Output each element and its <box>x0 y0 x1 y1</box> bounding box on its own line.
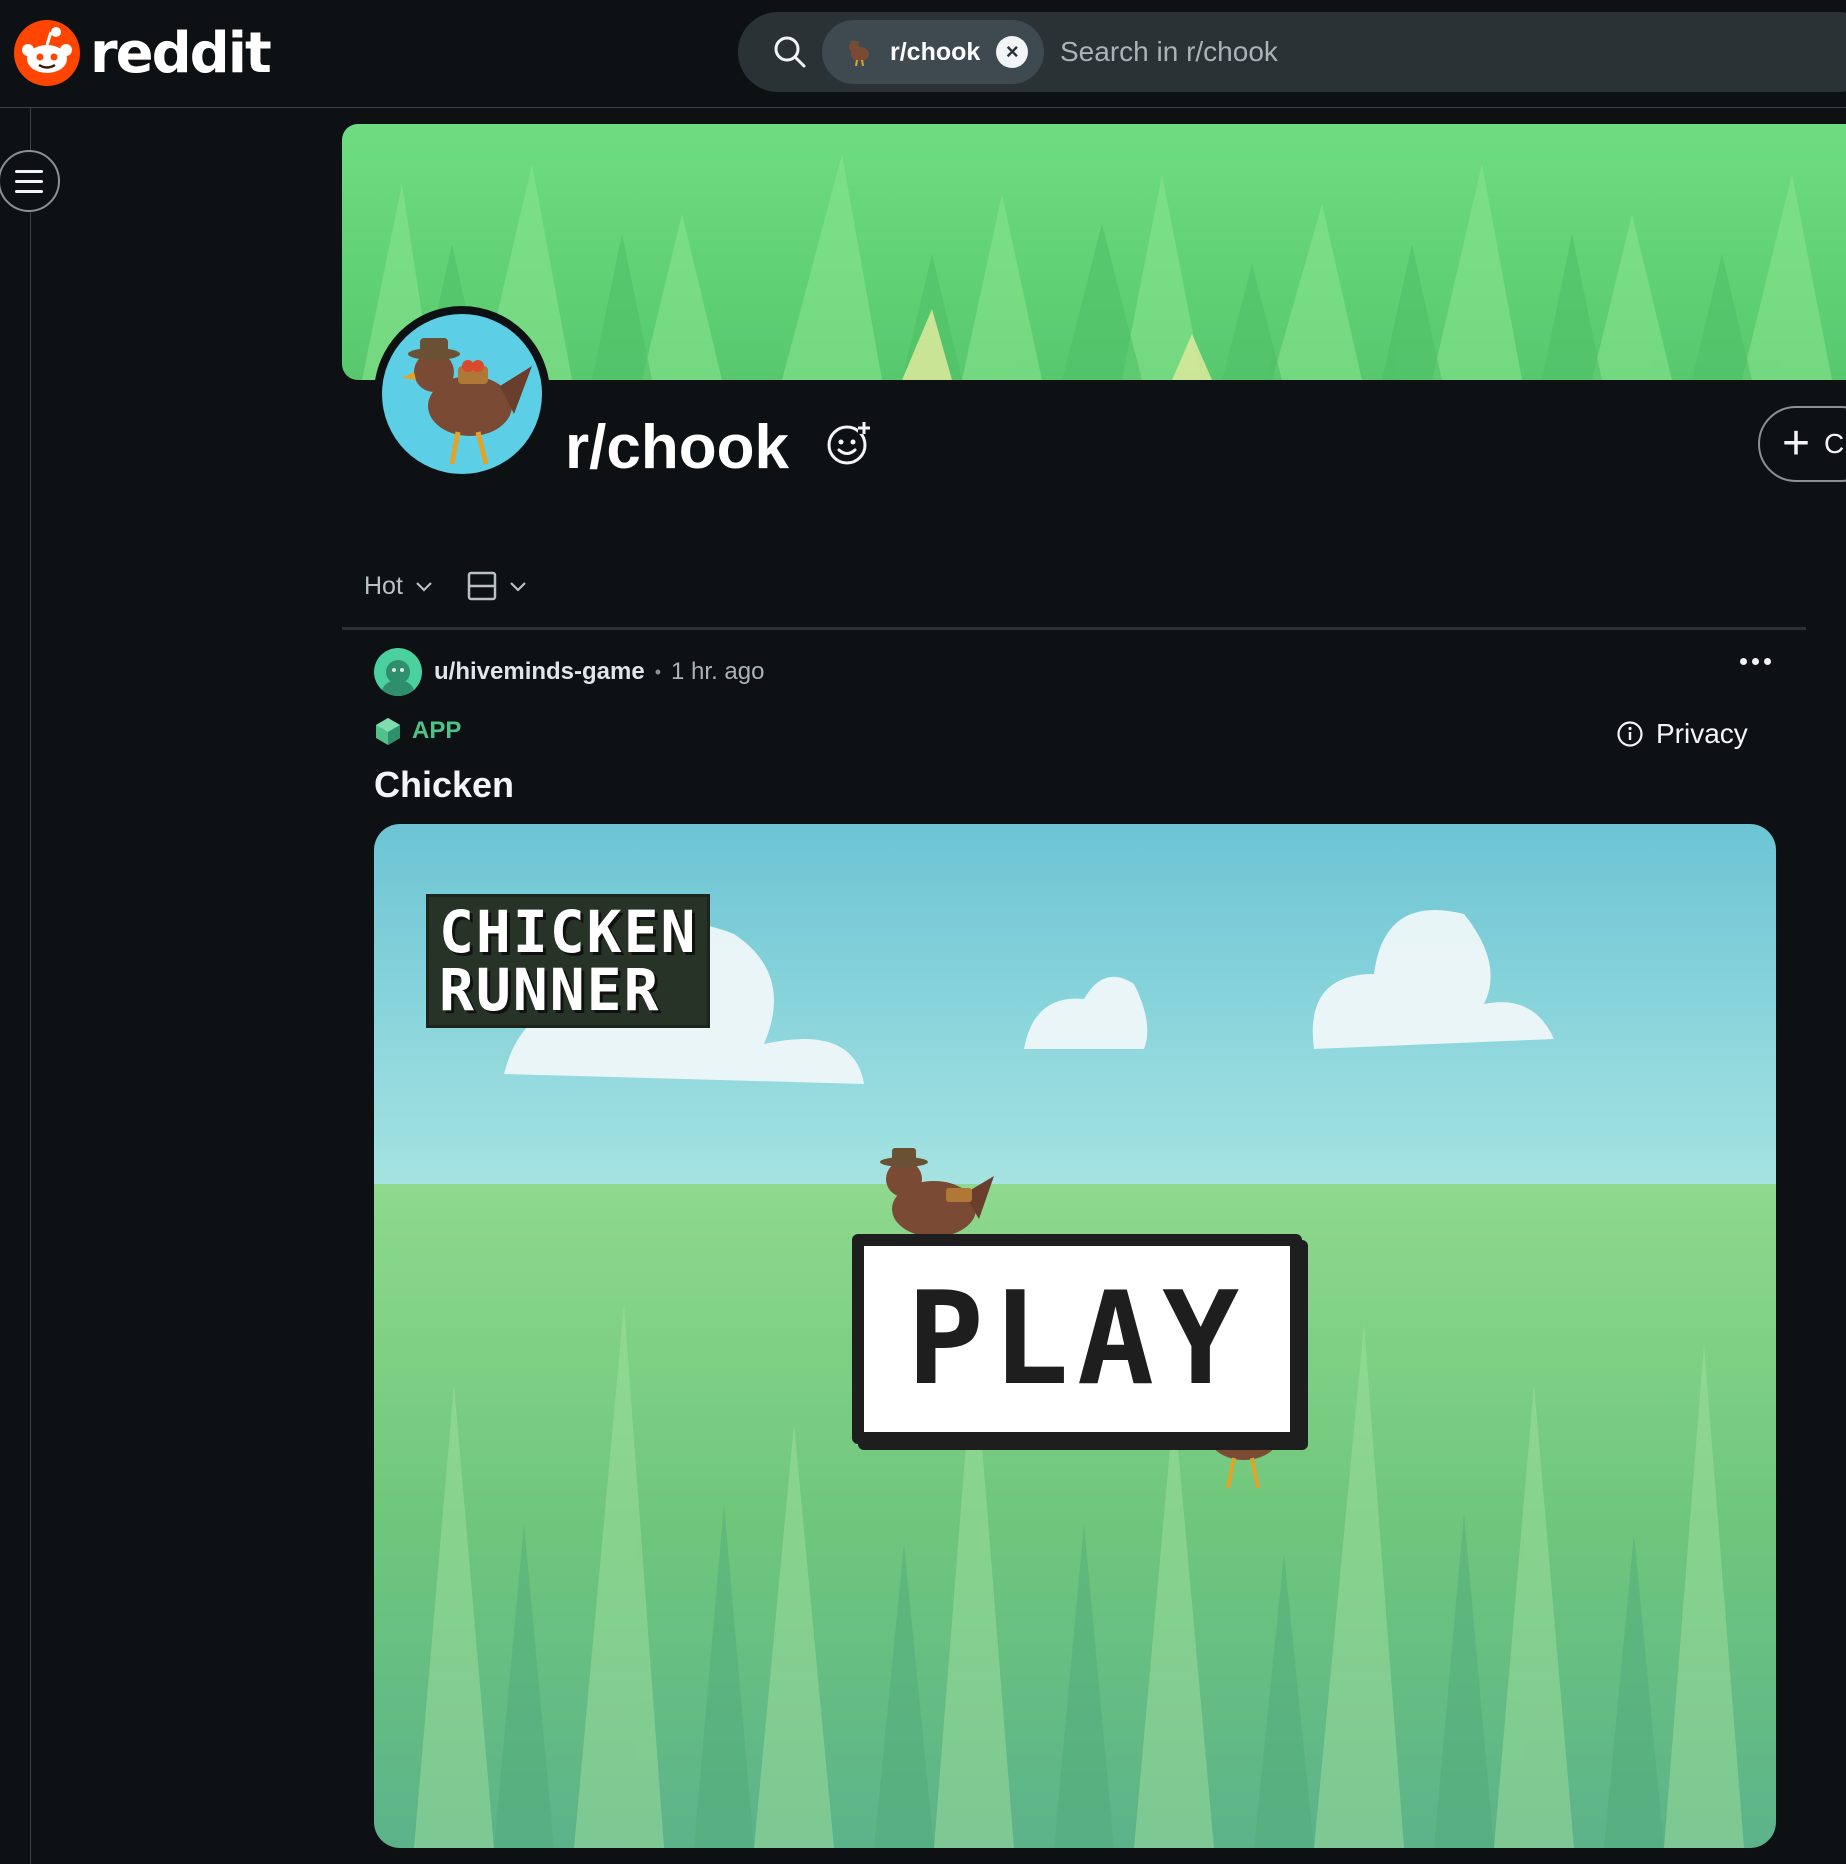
app-label: APP <box>412 717 462 744</box>
chicken-avatar-icon <box>402 338 532 465</box>
view-dropdown[interactable] <box>467 571 527 601</box>
play-button[interactable]: PLAY <box>852 1234 1302 1444</box>
avatar[interactable] <box>374 648 422 696</box>
post-timestamp: 1 hr. ago <box>671 658 765 685</box>
game-logo-line2: RUNNER <box>439 956 661 1024</box>
game-logo: CHICKEN RUNNER <box>426 894 711 1028</box>
search-scope-chip[interactable]: r/chook × <box>822 20 1044 84</box>
search-bar[interactable]: r/chook × <box>738 12 1846 92</box>
create-post-button[interactable]: + C <box>1758 406 1846 482</box>
reddit-logo-icon <box>14 20 80 86</box>
search-input[interactable] <box>1060 28 1820 76</box>
privacy-label: Privacy <box>1656 718 1748 749</box>
add-flair-icon[interactable] <box>826 420 872 466</box>
meta-separator: • <box>654 661 662 682</box>
feed-divider <box>342 627 1806 630</box>
create-post-label: C <box>1824 428 1845 459</box>
close-icon[interactable]: × <box>996 36 1029 68</box>
sort-dropdown[interactable]: Hot <box>364 572 433 601</box>
game-embed[interactable]: CHICKEN RUNNER PLAY <box>374 824 1776 1848</box>
more-icon[interactable] <box>1740 658 1771 665</box>
search-icon <box>774 36 806 68</box>
chevron-down-icon <box>416 582 432 592</box>
reddit-home-link[interactable]: reddit <box>14 18 272 88</box>
info-icon <box>1617 721 1643 747</box>
chevron-down-icon <box>510 582 526 592</box>
plus-icon: + <box>1782 417 1811 470</box>
community-avatar[interactable] <box>374 306 550 482</box>
left-rail-divider <box>30 108 31 1864</box>
reddit-wordmark: reddit <box>90 20 272 86</box>
community-banner <box>342 124 1846 380</box>
menu-icon[interactable] <box>0 150 60 212</box>
sort-label: Hot <box>364 571 403 600</box>
user-avatar-icon <box>382 660 414 696</box>
community-title: r/chook <box>565 413 789 482</box>
community-avatar-icon <box>849 41 869 67</box>
post-header: u/hiveminds-game • 1 hr. ago <box>374 648 764 696</box>
post-title[interactable]: Chicken <box>374 764 514 806</box>
privacy-link[interactable]: Privacy <box>1616 718 1748 750</box>
search-scope-label: r/chook <box>890 37 981 66</box>
card-view-icon <box>467 571 497 601</box>
game-logo-line1: CHICKEN <box>439 898 698 966</box>
app-badge: APP <box>374 716 461 746</box>
post-author-link[interactable]: u/hiveminds-game <box>434 658 645 686</box>
feed-controls: Hot <box>364 564 527 608</box>
play-label: PLAY <box>906 1264 1248 1414</box>
top-navigation-bar: reddit r/chook × <box>0 0 1846 108</box>
app-cube-icon <box>376 718 400 745</box>
